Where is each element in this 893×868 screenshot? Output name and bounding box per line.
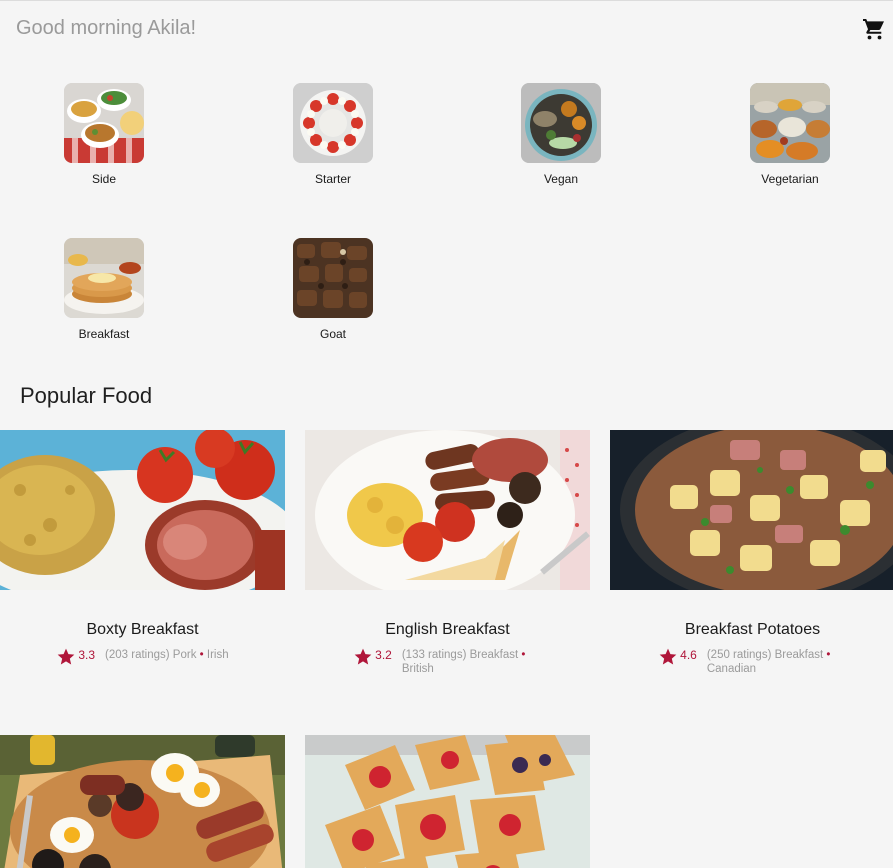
food-ratings-category: (133 ratings) Breakfast: [401, 649, 519, 661]
food-ratings-category: (203 ratings) Pork: [105, 649, 197, 661]
category-label: Starter: [314, 172, 351, 186]
category-side[interactable]: Side: [44, 83, 164, 186]
food-area: Canadian: [706, 663, 757, 675]
food-card-breakfast-potatoes[interactable]: Breakfast Potatoes 4.6 (250 ratings) Bre…: [610, 430, 893, 676]
separator-dot: •: [521, 649, 526, 661]
category-goat-image: [293, 238, 373, 318]
category-starter-image: [293, 83, 373, 163]
food-card-pastries[interactable]: [305, 735, 590, 868]
food-name: English Breakfast: [385, 621, 510, 638]
star-icon: [659, 648, 677, 665]
food-rating: 4.6: [680, 648, 697, 662]
category-label: Goat: [319, 327, 346, 341]
category-vegetarian-image: [750, 83, 830, 163]
category-starter[interactable]: Starter: [273, 83, 393, 186]
category-side-image: [64, 83, 144, 163]
food-card-full-breakfast[interactable]: [0, 735, 285, 868]
food-image: [305, 430, 590, 590]
greeting-title: Good morning Akila!: [16, 17, 197, 39]
separator-dot: •: [199, 649, 204, 661]
category-label: Vegetarian: [761, 172, 819, 186]
food-image: [0, 735, 285, 868]
food-ratings-category: (250 ratings) Breakfast: [706, 649, 824, 661]
food-info: (133 ratings) Breakfast • British: [402, 648, 542, 676]
top-divider: [0, 0, 893, 1]
food-area: Irish: [206, 649, 229, 661]
food-info: (250 ratings) Breakfast • Canadian: [707, 648, 847, 676]
food-name: Boxty Breakfast: [86, 621, 199, 638]
food-name: Breakfast Potatoes: [684, 621, 821, 638]
category-label: Breakfast: [78, 327, 130, 341]
category-vegan[interactable]: Vegan: [501, 83, 621, 186]
separator-dot: •: [826, 649, 831, 661]
category-label: Vegan: [543, 172, 579, 186]
star-icon: [354, 648, 372, 665]
food-meta: 4.6 (250 ratings) Breakfast • Canadian: [610, 648, 893, 676]
food-info: (203 ratings) Pork • Irish: [105, 648, 229, 662]
food-card-boxty-breakfast[interactable]: Boxty Breakfast 3.3 (203 ratings) Pork •…: [0, 430, 285, 667]
food-rating: 3.2: [375, 648, 392, 662]
category-breakfast[interactable]: Breakfast: [44, 238, 164, 341]
food-image: [0, 430, 285, 590]
category-vegan-image: [521, 83, 601, 163]
star-icon: [58, 648, 75, 665]
shopping-cart-icon[interactable]: [862, 18, 886, 40]
food-meta: 3.3 (203 ratings) Pork • Irish: [0, 648, 285, 667]
food-meta: 3.2 (133 ratings) Breakfast • British: [305, 648, 590, 676]
food-image: [610, 430, 893, 590]
category-goat[interactable]: Goat: [273, 238, 393, 341]
popular-food-heading: Popular Food: [20, 383, 153, 408]
category-vegetarian[interactable]: Vegetarian: [730, 83, 850, 186]
food-area: British: [401, 663, 434, 675]
food-image: [305, 735, 590, 868]
category-label: Side: [91, 172, 117, 186]
category-breakfast-image: [64, 238, 144, 318]
food-rating: 3.3: [78, 648, 96, 662]
food-card-english-breakfast[interactable]: English Breakfast 3.2 (133 ratings) Brea…: [305, 430, 590, 676]
